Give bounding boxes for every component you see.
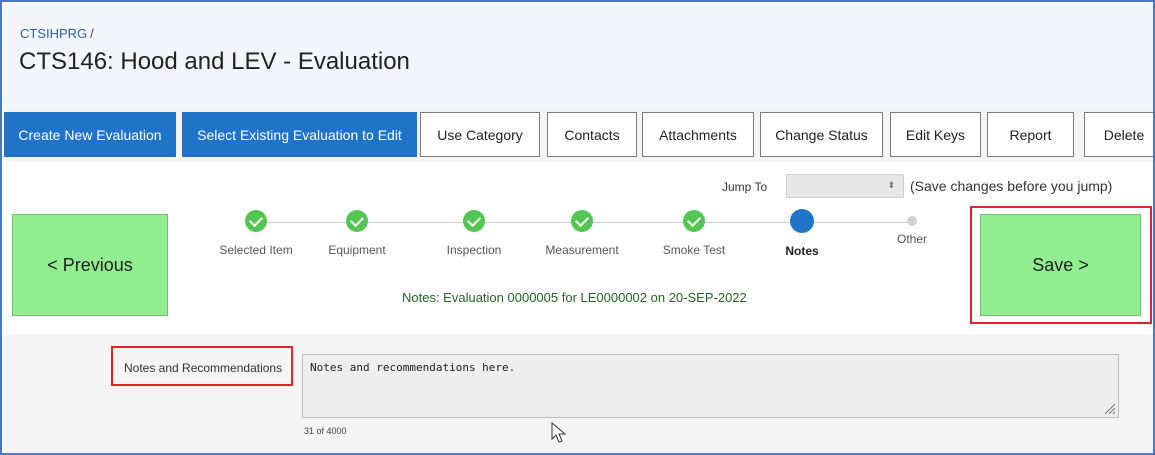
jump-to-label: Jump To — [722, 180, 768, 194]
step-inspection[interactable]: Inspection — [424, 210, 524, 257]
check-circle-icon — [571, 210, 593, 232]
report-button[interactable]: Report — [987, 112, 1074, 157]
jump-to-select[interactable]: ⬍ — [786, 174, 904, 198]
step-label: Notes — [785, 244, 819, 258]
contacts-button[interactable]: Contacts — [547, 112, 637, 157]
notes-form: Notes and Recommendations Notes and reco… — [4, 334, 1153, 453]
edit-keys-button[interactable]: Edit Keys — [890, 112, 981, 157]
resize-grip-icon[interactable] — [1102, 401, 1116, 415]
updown-arrows-icon: ⬍ — [887, 180, 895, 190]
evaluation-status-line: Notes: Evaluation 0000005 for LE0000002 … — [402, 290, 747, 305]
step-label: Smoke Test — [662, 243, 726, 257]
step-equipment[interactable]: Equipment — [307, 210, 407, 257]
breadcrumb-link[interactable]: CTSIHPRG — [20, 26, 87, 41]
create-new-evaluation-button[interactable]: Create New Evaluation — [4, 112, 176, 157]
step-label: Selected Item — [219, 243, 293, 257]
breadcrumb: CTSIHPRG / — [20, 26, 94, 41]
previous-button[interactable]: < Previous — [12, 214, 168, 316]
select-existing-evaluation-button[interactable]: Select Existing Evaluation to Edit — [182, 112, 417, 157]
step-label: Other — [896, 232, 927, 246]
pending-step-dot-icon — [907, 216, 917, 226]
check-circle-icon — [683, 210, 705, 232]
progress-stepper: Selected Item Equipment Inspection Measu… — [204, 209, 934, 270]
check-circle-icon — [463, 210, 485, 232]
delete-button[interactable]: Delete — [1084, 112, 1153, 157]
step-smoke-test[interactable]: Smoke Test — [644, 210, 744, 257]
step-measurement[interactable]: Measurement — [532, 210, 632, 257]
step-label: Measurement — [545, 243, 619, 257]
step-other[interactable]: Other — [862, 210, 962, 246]
change-status-button[interactable]: Change Status — [760, 112, 883, 157]
character-count: 31 of 4000 — [304, 426, 347, 436]
mouse-pointer-icon — [551, 422, 567, 443]
save-button[interactable]: Save > — [980, 214, 1141, 316]
check-circle-icon — [245, 210, 267, 232]
wizard-panel: Jump To ⬍ (Save changes before you jump)… — [4, 162, 1153, 334]
notes-field-label: Notes and Recommendations — [124, 361, 283, 375]
use-category-button[interactable]: Use Category — [420, 112, 540, 157]
step-notes[interactable]: Notes — [752, 209, 852, 258]
toolbar: Create New Evaluation Select Existing Ev… — [4, 110, 1153, 162]
page-title: CTS146: Hood and LEV - Evaluation — [19, 48, 410, 75]
notes-textarea[interactable]: Notes and recommendations here. — [302, 354, 1119, 418]
step-label: Inspection — [446, 243, 502, 257]
step-label: Equipment — [328, 243, 386, 257]
current-step-dot-icon — [790, 209, 814, 233]
page-header: CTSIHPRG / CTS146: Hood and LEV - Evaluat… — [4, 4, 1153, 110]
breadcrumb-separator: / — [90, 26, 94, 41]
attachments-button[interactable]: Attachments — [642, 112, 754, 157]
check-circle-icon — [346, 210, 368, 232]
jump-hint: (Save changes before you jump) — [910, 178, 1113, 194]
app-window: CTSIHPRG / CTS146: Hood and LEV - Evaluat… — [0, 0, 1155, 455]
step-selected-item[interactable]: Selected Item — [206, 210, 306, 257]
